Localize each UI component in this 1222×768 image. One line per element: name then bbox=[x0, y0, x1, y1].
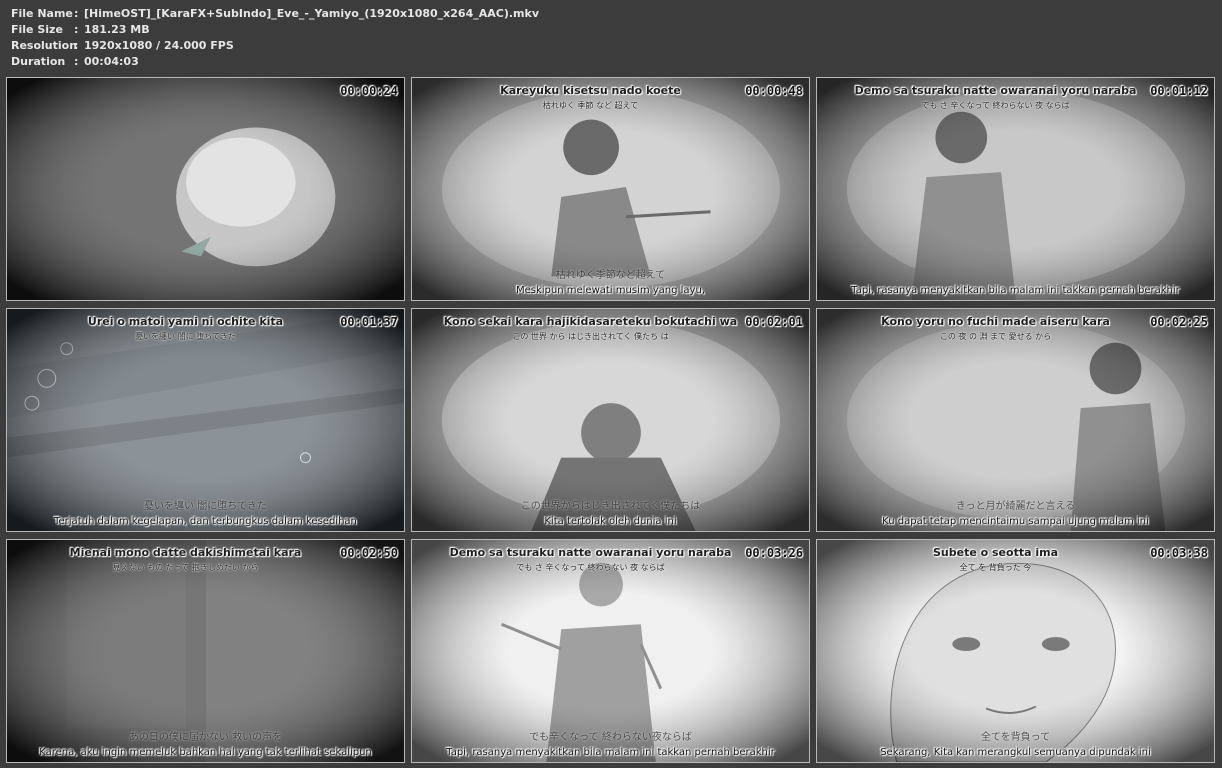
lyric-kanji: この 夜 の 淵 まで 愛せる から bbox=[939, 332, 1052, 341]
timestamp: 00:03:38 bbox=[1150, 546, 1208, 560]
timestamp: 00:03:26 bbox=[745, 546, 803, 560]
video-thumbnail[interactable]: Kono sekai kara hajikidasareteku bokutac… bbox=[411, 308, 810, 532]
timestamp: 00:02:50 bbox=[340, 546, 398, 560]
info-separator: : bbox=[74, 23, 79, 36]
info-row-file-size: File Size : 181.23 MB bbox=[11, 22, 539, 38]
info-row-duration: Duration : 00:04:03 bbox=[11, 54, 539, 70]
file-info-panel: File Name : [HimeOST]_[KaraFX+SubIndo]_E… bbox=[11, 6, 539, 70]
video-thumbnail[interactable]: Demo sa tsuraku natte owaranai yoru nara… bbox=[816, 77, 1215, 301]
info-row-file-name: File Name : [HimeOST]_[KaraFX+SubIndo]_E… bbox=[11, 6, 539, 22]
subtitle-indonesian: Kita tertolak oleh dunia ini bbox=[544, 516, 677, 527]
scene-artwork bbox=[7, 78, 404, 300]
timestamp: 00:01:37 bbox=[340, 315, 398, 329]
subtitle-indonesian: Tapi, rasanya menyakitkan bila malam ini… bbox=[446, 747, 775, 758]
info-row-resolution: Resolution : 1920x1080 / 24.000 FPS bbox=[11, 38, 539, 54]
lyric-japanese-subtitle: 全てを背負って bbox=[980, 732, 1051, 743]
lyric-kanji: 全て を 背負った 今 bbox=[959, 563, 1032, 572]
subtitle-indonesian: Ku dapat tetap mencintaimu sampai ujung … bbox=[882, 516, 1149, 527]
info-value: 00:04:03 bbox=[84, 55, 139, 68]
video-thumbnail[interactable]: 00:00:24 bbox=[6, 77, 405, 301]
timestamp: 00:01:12 bbox=[1150, 84, 1208, 98]
lyric-japanese-subtitle: でも辛くなって 終わらない夜ならば bbox=[529, 732, 692, 743]
video-thumbnail[interactable]: Subete o seotta ima 全て を 背負った 今全てを背負って Sek… bbox=[816, 539, 1215, 763]
video-thumbnail[interactable]: Urei o matoi yami ni ochite kita 憂いを纏い 闇に… bbox=[6, 308, 405, 532]
info-value: 181.23 MB bbox=[84, 23, 150, 36]
info-key: Duration bbox=[11, 55, 66, 68]
info-separator: : bbox=[74, 39, 79, 52]
lyric-kanji: この 世界 から はじき出されてく 僕たち は bbox=[512, 332, 669, 341]
lyric-kanji: 見えない もの だって 抱きしめたい から bbox=[112, 563, 259, 572]
lyric-japanese-subtitle: きっと月が綺麗だと言える bbox=[955, 501, 1076, 512]
video-thumbnail[interactable]: Mienai mono datte dakishimetai kara 見えない … bbox=[6, 539, 405, 763]
info-key: Resolution bbox=[11, 39, 78, 52]
lyric-kanji: 憂いを纏い 闇に 堕ちてきた bbox=[135, 332, 236, 341]
info-value: [HimeOST]_[KaraFX+SubIndo]_Eve_-_Yamiyo_… bbox=[84, 7, 539, 20]
subtitle-indonesian: Tapi, rasanya menyakitkan bila malam ini… bbox=[851, 285, 1180, 296]
lyric-kanji: 枯れゆく 季節 など 超えて bbox=[542, 101, 639, 110]
lyric-japanese-subtitle: この世界からはじき出されてく僕たちは bbox=[520, 501, 701, 512]
video-thumbnail[interactable]: Kareyuku kisetsu nado koete 枯れゆく 季節 など 超え… bbox=[411, 77, 810, 301]
lyric-kanji: でも さ 辛くなって 終わらない 夜 ならば bbox=[516, 563, 665, 572]
timestamp: 00:00:48 bbox=[745, 84, 803, 98]
scene-artwork bbox=[817, 78, 1214, 300]
thumbnail-grid: 00:00:24 Kareyuku kisetsu nado koete 枯れゆく … bbox=[6, 77, 1216, 763]
timestamp: 00:00:24 bbox=[340, 84, 398, 98]
subtitle-indonesian: Terjatuh dalam kegelapan, dan terbungkus… bbox=[54, 516, 357, 527]
info-separator: : bbox=[74, 55, 79, 68]
lyric-japanese-subtitle: 憂いを纏い 闇に堕ちてきた bbox=[144, 501, 267, 512]
info-separator: : bbox=[74, 7, 79, 20]
lyric-japanese-subtitle: 枯れゆく季節など超えて bbox=[555, 270, 666, 281]
subtitle-indonesian: Meskipun melewati musim yang layu, bbox=[515, 285, 705, 296]
lyric-japanese-subtitle: あの日の僕に届かない 救いの声を bbox=[128, 732, 283, 743]
timestamp: 00:02:25 bbox=[1150, 315, 1208, 329]
lyric-kanji: でも さ 辛くなって 終わらない 夜 ならば bbox=[921, 101, 1070, 110]
info-key: File Name bbox=[11, 7, 73, 20]
info-key: File Size bbox=[11, 23, 63, 36]
video-thumbnail[interactable]: Kono yoru no fuchi made aiseru kara この 夜 … bbox=[816, 308, 1215, 532]
info-value: 1920x1080 / 24.000 FPS bbox=[84, 39, 234, 52]
video-thumbnail[interactable]: Demo sa tsuraku natte owaranai yoru nara… bbox=[411, 539, 810, 763]
subtitle-indonesian: Sekarang, Kita kan merangkul semuanya di… bbox=[880, 747, 1151, 758]
timestamp: 00:02:01 bbox=[745, 315, 803, 329]
subtitle-indonesian: Karena, aku ingin memeluk bahkan hal yan… bbox=[39, 747, 372, 758]
